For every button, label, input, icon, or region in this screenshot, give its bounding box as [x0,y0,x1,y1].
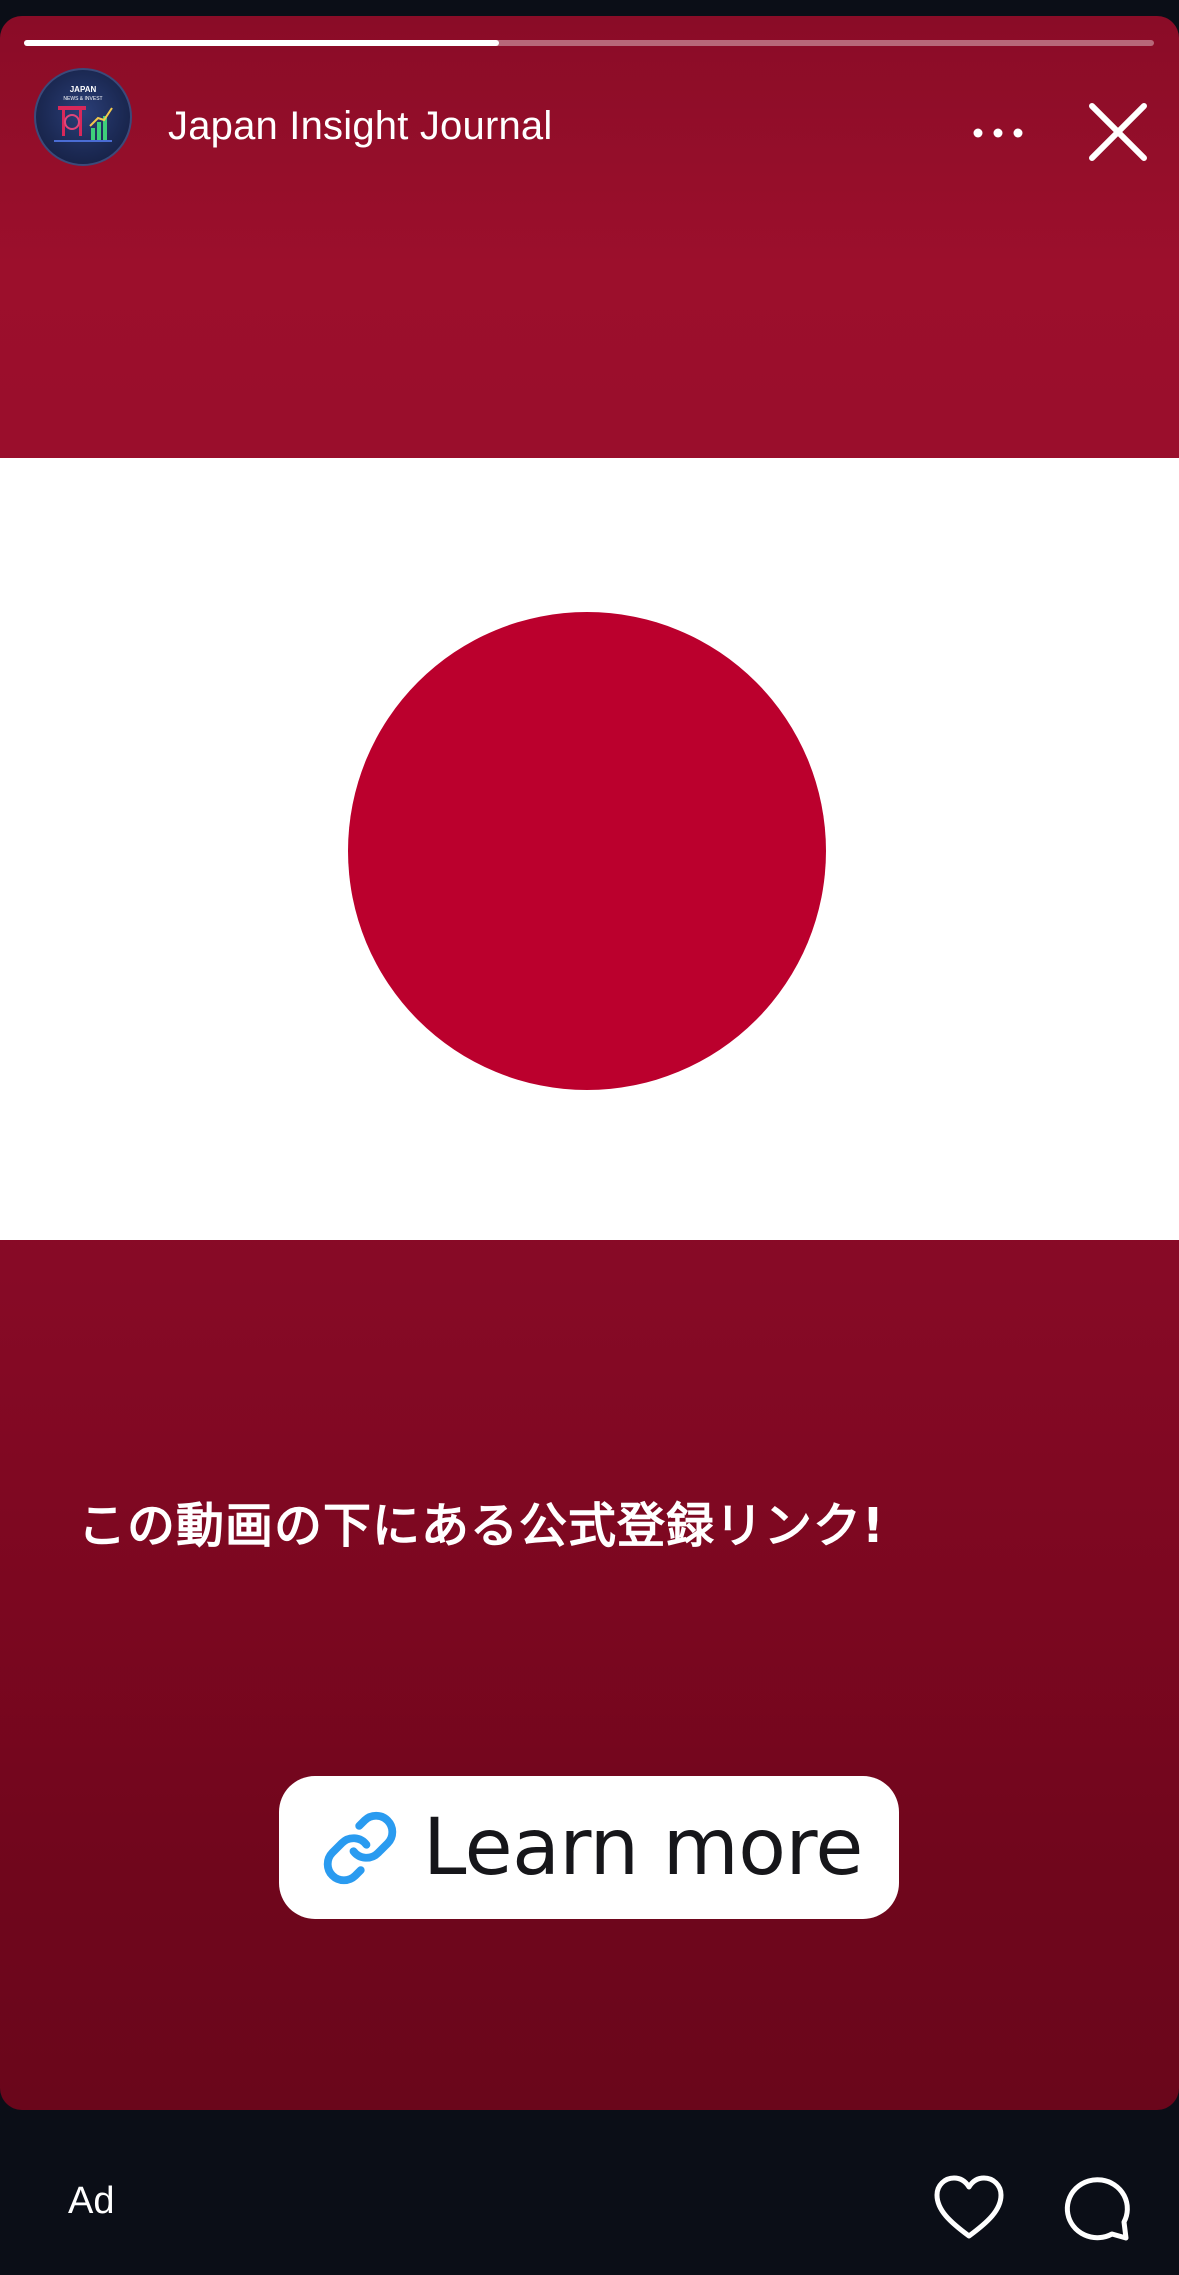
avatar-logo-icon: JAPAN NEWS & INVEST [54,85,113,142]
comment-icon[interactable] [1062,2172,1132,2242]
story-progress-bar [24,40,1154,46]
learn-more-button[interactable]: Learn more [279,1776,899,1919]
svg-text:JAPAN: JAPAN [70,85,97,94]
svg-text:NEWS & INVEST: NEWS & INVEST [63,96,102,102]
link-icon [323,1811,397,1884]
more-options-icon[interactable] [970,116,1026,150]
ad-label: Ad [68,2180,115,2222]
account-avatar[interactable]: JAPAN NEWS & INVEST [34,68,132,166]
story-card[interactable]: JAPAN NEWS & INVEST Japan Insight Journa… [0,16,1179,2110]
japan-flag-image [0,458,1179,1240]
learn-more-label: Learn more [423,1802,863,1893]
story-progress-fill [24,40,499,46]
heart-icon[interactable] [932,2174,1006,2242]
flag-red-disc [348,612,826,1090]
account-name[interactable]: Japan Insight Journal [168,104,552,149]
close-icon[interactable] [1086,100,1150,164]
story-viewer: JAPAN NEWS & INVEST Japan Insight Journa… [0,0,1179,2275]
story-caption: この動画の下にある公式登録リンク! [78,1498,885,1554]
